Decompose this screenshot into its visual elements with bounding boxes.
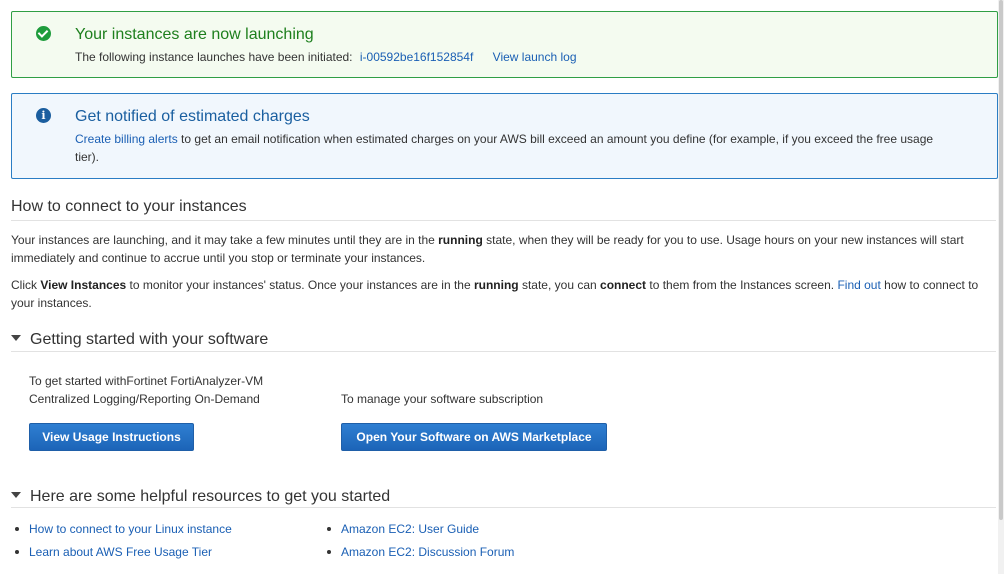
billing-alert-text: to get an email notification when estima… [75, 132, 934, 164]
connect-paragraph-1: Your instances are launching, and it may… [11, 231, 991, 267]
software-heading: Getting started with your software [30, 331, 269, 348]
list-item: Learn about AWS Free Usage Tier [11, 543, 232, 566]
list-item: How to connect to your Linux instance [11, 520, 232, 543]
bold-text: running [438, 233, 483, 247]
text: to them from the Instances screen. [646, 278, 838, 292]
alert-body: The following instance launches have bee… [75, 48, 957, 66]
software-description: To get started withFortinet FortiAnalyze… [29, 372, 263, 408]
launch-success-alert: Your instances are now launching The fol… [11, 11, 998, 78]
text: state, you can [518, 278, 601, 292]
ec2-user-guide-link[interactable]: Amazon EC2: User Guide [341, 522, 479, 536]
scrollbar-thumb[interactable] [999, 0, 1003, 520]
bold-text: running [473, 278, 519, 292]
free-usage-tier-link[interactable]: Learn about AWS Free Usage Tier [29, 545, 212, 559]
alert-body: Create billing alerts to get an email no… [75, 130, 957, 166]
divider [11, 507, 996, 508]
bold-text: View Instances [40, 278, 127, 292]
ec2-forum-link[interactable]: Amazon EC2: Discussion Forum [341, 545, 514, 559]
alert-title: Get notified of estimated charges [75, 108, 310, 125]
instance-id-link[interactable]: i-00592be16f152854f [360, 50, 473, 64]
billing-info-alert: i Get notified of estimated charges Crea… [11, 93, 998, 179]
open-marketplace-button[interactable]: Open Your Software on AWS Marketplace [341, 423, 607, 451]
resources-list-left: How to connect to your Linux instance Le… [11, 520, 232, 566]
connect-heading: How to connect to your instances [11, 198, 247, 215]
caret-down-icon [11, 491, 21, 498]
manage-subscription-text: To manage your software subscription [341, 392, 544, 406]
bold-text: connect [600, 278, 647, 292]
resources-list-right: Amazon EC2: User Guide Amazon EC2: Discu… [323, 520, 514, 566]
find-out-link[interactable]: Find out [837, 278, 880, 292]
view-usage-instructions-button[interactable]: View Usage Instructions [29, 423, 194, 451]
check-circle-icon [36, 26, 51, 41]
divider [11, 220, 996, 221]
list-item: Amazon EC2: Discussion Forum [323, 543, 514, 566]
alert-body-text: The following instance launches have bee… [75, 50, 353, 64]
view-launch-log-link[interactable]: View launch log [493, 50, 577, 64]
text: to monitor your instances' status. Once … [126, 278, 474, 292]
resources-heading: Here are some helpful resources to get y… [30, 488, 391, 505]
divider [11, 351, 996, 352]
info-circle-icon: i [36, 108, 51, 123]
software-line-2: Centralized Logging/Reporting On-Demand [29, 392, 260, 406]
create-billing-alerts-link[interactable]: Create billing alerts [75, 132, 178, 146]
text: Your instances are launching, and it may… [11, 233, 439, 247]
text: Click [11, 278, 41, 292]
caret-down-icon [11, 334, 21, 341]
list-item: Amazon EC2: User Guide [323, 520, 514, 543]
software-line-1: To get started withFortinet FortiAnalyze… [29, 374, 264, 388]
alert-title: Your instances are now launching [75, 26, 314, 43]
connect-paragraph-2: Click View Instances to monitor your ins… [11, 276, 991, 312]
page-scrollbar[interactable] [998, 0, 1004, 574]
linux-connect-link[interactable]: How to connect to your Linux instance [29, 522, 232, 536]
software-section-toggle[interactable]: Getting started with your software [11, 331, 268, 349]
resources-section-toggle[interactable]: Here are some helpful resources to get y… [11, 488, 390, 506]
